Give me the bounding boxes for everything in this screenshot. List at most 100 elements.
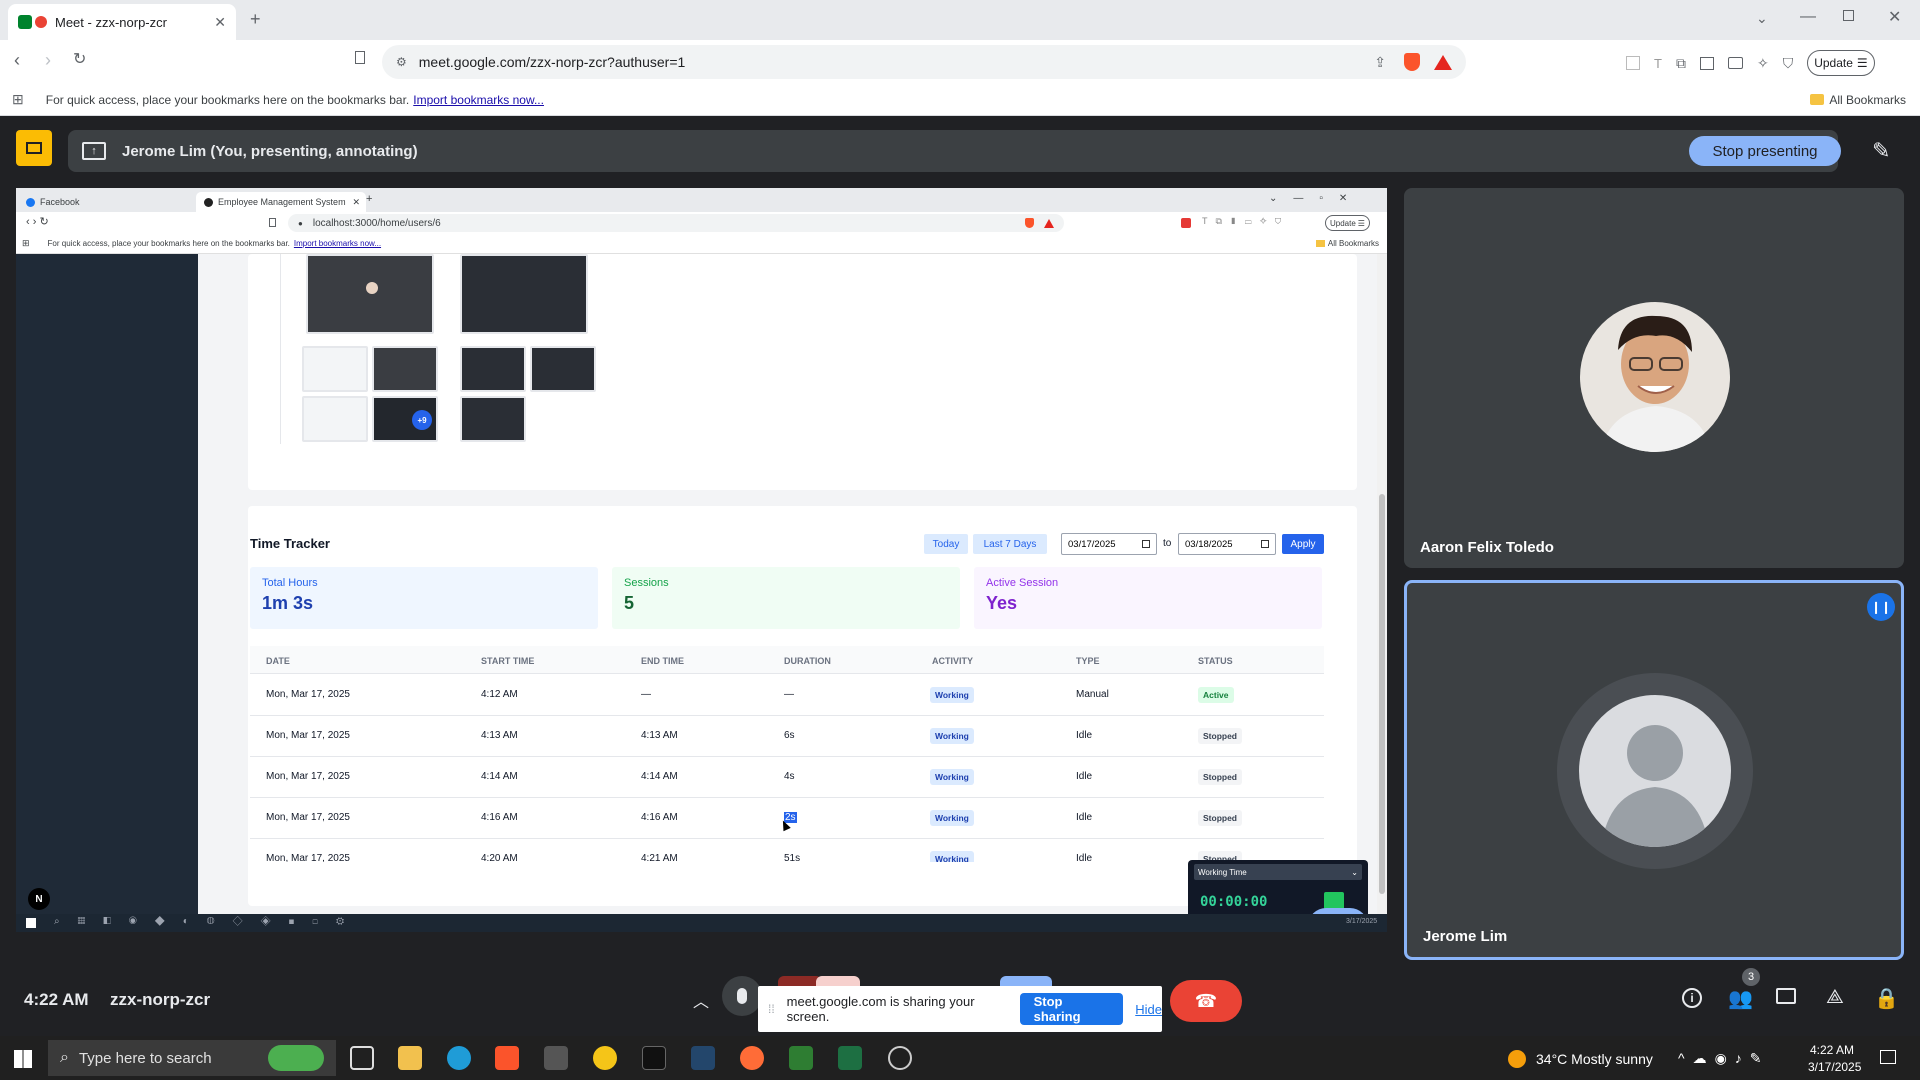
sidebar-icon[interactable] (1699, 56, 1714, 70)
app-icon[interactable] (544, 1046, 568, 1070)
site-info-icon[interactable]: ⚙ (396, 55, 407, 69)
sharing-text: meet.google.com is sharing your screen. (786, 994, 975, 1024)
hide-button[interactable]: Hide (1135, 1002, 1162, 1017)
tab-search-icon[interactable]: ⌄ (1756, 10, 1768, 27)
restore-icon[interactable] (1843, 10, 1854, 21)
minimize-icon[interactable]: — (1800, 8, 1816, 26)
reload-icon[interactable]: ↻ (73, 49, 86, 69)
forward-icon[interactable]: › (45, 50, 51, 71)
vpn-icon[interactable]: ⛉ (1783, 55, 1794, 72)
share-icon[interactable]: ⇪ (1374, 54, 1386, 71)
clock-time[interactable]: 4:22 AM (1810, 1043, 1854, 1057)
edge-icon[interactable] (447, 1046, 471, 1070)
windows-start-icon (26, 918, 36, 928)
calendar-icon (1261, 540, 1269, 548)
all-bookmarks[interactable]: All Bookmarks (1829, 93, 1906, 107)
browser-tab-bar: Meet - zzx-norp-zcr ✕ + ⌄ — ✕ (0, 0, 1920, 40)
close-tab-icon[interactable]: ✕ (214, 14, 226, 31)
back-icon[interactable]: ‹ (14, 50, 20, 71)
participants-count-badge: 3 (1742, 968, 1760, 986)
user-avatar: N (28, 888, 50, 910)
update-button[interactable]: Update ☰ (1807, 50, 1875, 76)
annotate-pen-icon[interactable]: ✎ (1872, 138, 1890, 164)
working-time-select: Working Time ⌄ (1194, 864, 1362, 880)
avatar-dot-icon (366, 282, 378, 294)
apps-grid-icon: ⊞ (22, 238, 30, 248)
app-icon[interactable] (642, 1046, 666, 1070)
people-icon[interactable]: 👥 (1728, 986, 1753, 1011)
windows-start-icon[interactable] (14, 1050, 32, 1068)
vscode-icon[interactable] (691, 1046, 715, 1070)
new-tab-icon: + (366, 193, 373, 205)
col-activity: ACTIVITY (932, 656, 974, 666)
tab-meet[interactable]: Meet - zzx-norp-zcr ✕ (8, 4, 236, 40)
host-controls-icon[interactable]: 🔒 (1874, 986, 1899, 1011)
windows-search-box[interactable]: ⌕ Type here to search (48, 1040, 336, 1076)
update-button: Update ☰ (1325, 215, 1370, 231)
app-sidebar: N (16, 254, 198, 914)
more-controls-chevron-icon[interactable]: ︿ (693, 988, 709, 1012)
address-bar[interactable]: ⚙ meet.google.com/zzx-norp-zcr?authuser=… (382, 45, 1466, 79)
window-controls-icon: ⌄—▫✕ (1269, 193, 1364, 204)
info-icon[interactable]: i (1682, 988, 1702, 1008)
weather-icon (1508, 1050, 1526, 1068)
chat-icon[interactable] (1776, 988, 1796, 1004)
sheets-icon[interactable] (789, 1046, 813, 1070)
stop-sharing-button[interactable]: Stop sharing (1019, 993, 1124, 1025)
avatar-photo (1600, 315, 1712, 452)
shared-tab-bar: Facebook Employee Management System ✕ + … (16, 188, 1387, 212)
notifications-icon[interactable] (1880, 1050, 1896, 1064)
settings-icon[interactable] (888, 1046, 912, 1070)
default-avatar-icon (1601, 725, 1709, 847)
shared-tab-ems: Employee Management System ✕ (196, 192, 366, 212)
file-explorer-icon[interactable] (398, 1046, 422, 1070)
brave-shield-icon[interactable] (1404, 53, 1420, 71)
meeting-time: 4:22 AM (24, 990, 89, 1009)
shared-clock-date: 3/17/2025 (1346, 918, 1378, 925)
folder-icon (1315, 240, 1325, 247)
excel-icon[interactable] (838, 1046, 862, 1070)
participant-tile-jerome[interactable]: ❙❙ Jerome Lim (1404, 580, 1904, 960)
weather-text[interactable]: 34°C Mostly sunny (1536, 1051, 1653, 1067)
chevron-down-icon: ⌄ (1351, 867, 1358, 877)
apps-grid-icon[interactable]: ⊞ (12, 91, 24, 108)
wallet-icon[interactable] (1727, 57, 1743, 69)
postman-icon[interactable] (740, 1046, 764, 1070)
status-badge: Stopped (1198, 728, 1242, 744)
text-extension-icon[interactable]: T (1654, 56, 1662, 71)
mic-button[interactable] (722, 976, 762, 1016)
new-tab-icon[interactable]: + (250, 9, 261, 30)
screenshot-thumb (302, 346, 368, 392)
shared-windows-taskbar: ⌕▦◧◉◆◐◍◇◈◼◻⚙ 3/17/2025 (16, 914, 1387, 932)
table-row: Mon, Mar 17, 2025 4:20 AM 4:21 AM 51s Wo… (250, 839, 1324, 862)
taskbar-app-icons: ⌕▦◧◉◆◐◍◇◈◼◻⚙ (54, 916, 363, 927)
clock-date[interactable]: 3/17/2025 (1808, 1060, 1861, 1074)
shared-screen: Facebook Employee Management System ✕ + … (16, 188, 1387, 932)
task-view-icon[interactable] (350, 1046, 374, 1070)
close-window-icon[interactable]: ✕ (1888, 7, 1901, 27)
present-off-icon (26, 142, 42, 154)
import-bookmarks-link[interactable]: Import bookmarks now... (413, 93, 544, 107)
meeting-code: zzx-norp-zcr (110, 990, 211, 1009)
brave-rewards-icon[interactable] (1434, 54, 1452, 70)
leo-icon[interactable]: ✧ (1757, 55, 1769, 72)
drag-handle-icon[interactable]: ⁞⁞ (768, 1002, 775, 1016)
leave-call-button[interactable]: ☎ (1170, 980, 1242, 1022)
presentation-annotate-button[interactable] (16, 130, 52, 166)
puzzle-icon[interactable]: ⧉ (1676, 55, 1686, 72)
table-row: Mon, Mar 17, 2025 4:13 AM 4:13 AM 6s Wor… (250, 716, 1324, 757)
participant-tile-aaron[interactable]: Aaron Felix Toledo (1404, 188, 1904, 568)
stop-presenting-button[interactable]: Stop presenting (1689, 136, 1841, 166)
bookmark-icon[interactable] (355, 51, 365, 64)
screenshot-thumb (306, 254, 434, 334)
shared-bookmarks-bar: ⊞ For quick access, place your bookmarks… (16, 234, 1387, 254)
table-row: Mon, Mar 17, 2025 4:14 AM 4:14 AM 4s Wor… (250, 757, 1324, 798)
calendar-icon (1142, 540, 1150, 548)
brave-icon[interactable] (495, 1046, 519, 1070)
system-tray-icons[interactable]: ^☁◉♪✎ (1678, 1050, 1770, 1067)
extension-icon[interactable] (1626, 56, 1640, 70)
back-icon: ‹ › ↻ (26, 216, 49, 228)
app-icon[interactable] (593, 1046, 617, 1070)
stat-sessions: Sessions 5 (612, 567, 960, 629)
activities-icon[interactable]: ⟁ (1826, 986, 1844, 1009)
